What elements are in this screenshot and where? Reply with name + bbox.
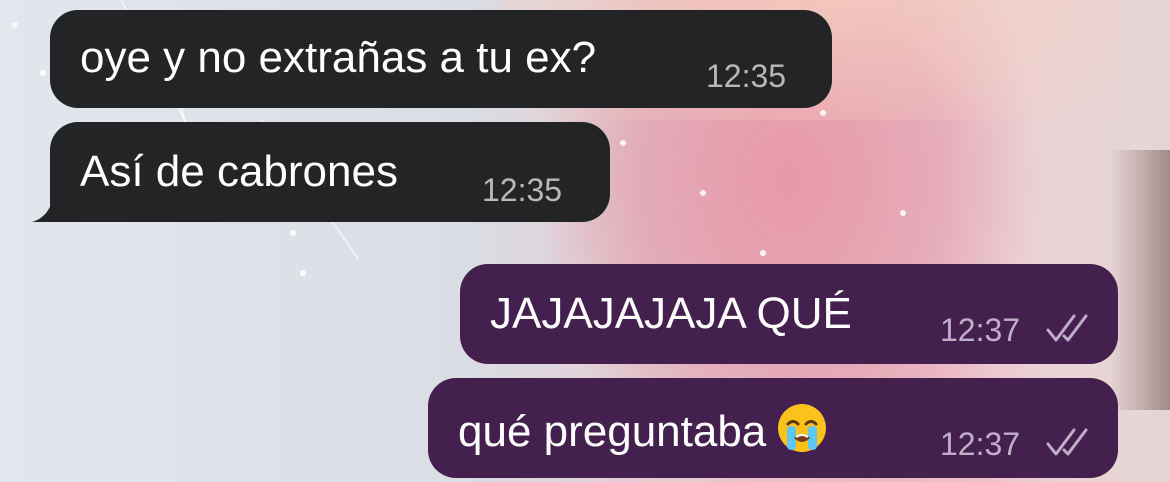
read-receipt-icon: [1046, 428, 1088, 456]
bubble-tail-icon: [32, 186, 72, 222]
loudly-crying-face-emoji-icon: [778, 404, 827, 452]
message-time: 12:35: [482, 172, 563, 208]
read-receipt-icon: [1046, 314, 1088, 342]
message-time: 12:35: [706, 58, 787, 94]
message-bubble-outgoing[interactable]: JAJAJAJAJA QUÉ 12:37: [460, 264, 1118, 364]
message-bubble-outgoing[interactable]: qué preguntaba 12:37: [428, 378, 1118, 478]
message-time: 12:37: [940, 426, 1021, 462]
message-bubble-incoming[interactable]: Así de cabrones 12:35: [32, 122, 610, 222]
message-text: oye y no extrañas a tu ex?: [80, 33, 597, 82]
message-text: JAJAJAJAJA QUÉ: [490, 289, 852, 338]
message-time: 12:37: [940, 312, 1021, 348]
message-text-content: qué preguntaba: [458, 407, 767, 456]
message-bubble-incoming[interactable]: oye y no extrañas a tu ex? 12:35: [50, 10, 832, 108]
message-text: qué preguntaba: [458, 402, 828, 458]
message-text: Así de cabrones: [80, 147, 398, 196]
